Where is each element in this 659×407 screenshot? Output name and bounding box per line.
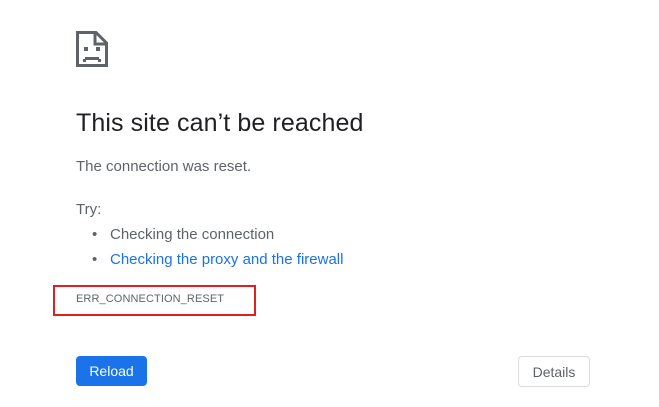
suggestion-check-proxy-firewall-link[interactable]: Checking the proxy and the firewall bbox=[110, 251, 343, 268]
suggestion-check-connection: Checking the connection bbox=[110, 226, 275, 243]
details-button[interactable]: Details bbox=[518, 356, 590, 387]
suggestion-item: • Checking the connection bbox=[92, 224, 343, 249]
suggestion-item: • Checking the proxy and the firewall bbox=[92, 249, 343, 274]
reload-button[interactable]: Reload bbox=[76, 356, 147, 386]
error-code: ERR_CONNECTION_RESET bbox=[76, 293, 225, 305]
bullet-icon: • bbox=[92, 251, 98, 268]
bullet-icon: • bbox=[92, 226, 98, 243]
page-title: This site can’t be reached bbox=[76, 109, 364, 137]
error-page: This site can’t be reached The connectio… bbox=[0, 0, 659, 407]
error-description: The connection was reset. bbox=[76, 158, 252, 175]
try-label: Try: bbox=[76, 201, 102, 218]
suggestion-list: • Checking the connection • Checking the… bbox=[92, 224, 343, 274]
sad-page-icon bbox=[76, 31, 108, 67]
